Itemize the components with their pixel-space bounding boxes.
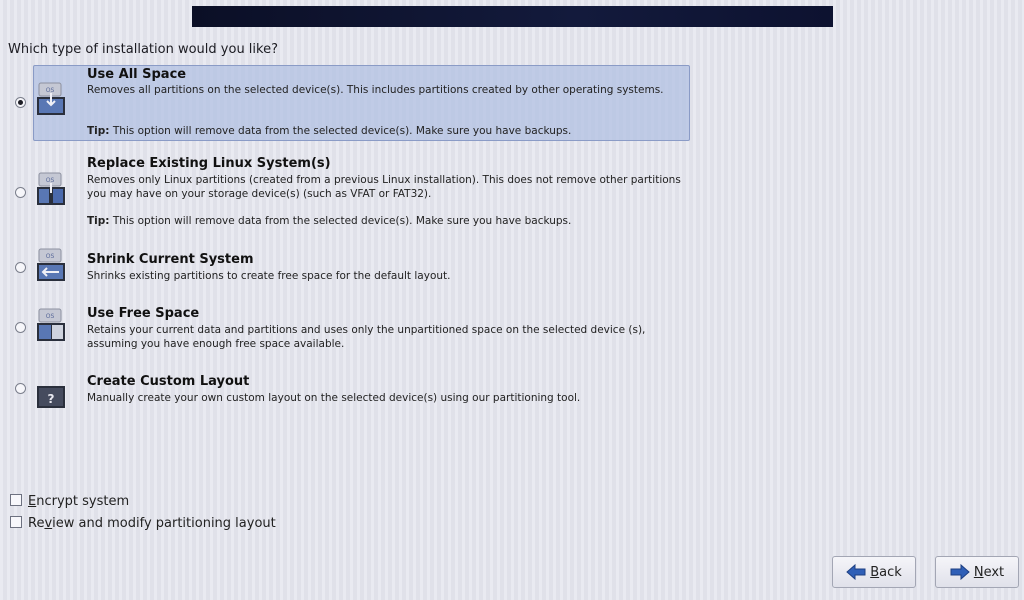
option-tip: Tip: This option will remove data from t…	[87, 215, 571, 227]
option-description: Removes all partitions on the selected d…	[87, 84, 664, 96]
radio-shrink-current-system[interactable]	[15, 262, 26, 273]
back-button[interactable]: Back	[832, 556, 916, 588]
option-description: Removes only Linux partitions (created f…	[87, 174, 681, 200]
icon-os-label: OS	[46, 313, 55, 320]
back-button-label: Back	[870, 564, 902, 580]
radio-use-all-space[interactable]	[15, 97, 26, 108]
next-button-label: Next	[973, 564, 1005, 580]
custom-layout-icon: ?	[37, 386, 65, 408]
tip-text: This option will remove data from the se…	[109, 125, 572, 137]
drive-shrink-icon: OS	[37, 248, 65, 281]
custom-icon-label: ?	[48, 392, 55, 406]
arrow-left-icon	[846, 564, 866, 580]
option-description: Manually create your own custom layout o…	[87, 392, 581, 404]
tip-text: This option will remove data from the se…	[109, 215, 572, 227]
encrypt-system-checkbox-box[interactable]	[10, 494, 22, 506]
radio-create-custom-layout[interactable]	[15, 383, 26, 394]
option-title: Create Custom Layout	[87, 374, 250, 389]
installation-type-question: Which type of installation would you lik…	[8, 42, 278, 57]
next-button[interactable]: Next	[935, 556, 1019, 588]
header-banner	[192, 6, 833, 27]
review-partitioning-checkbox[interactable]: Review and modify partitioning layout	[10, 516, 276, 531]
encrypt-system-checkbox[interactable]: Encrypt system	[10, 494, 129, 509]
icon-os-label: OS	[46, 253, 55, 260]
option-title: Use All Space	[87, 67, 187, 82]
review-mnemonic: v	[44, 516, 53, 531]
arrow-right-icon	[950, 564, 970, 580]
review-label: iew and modify partitioning layout	[52, 516, 276, 531]
radio-use-free-space[interactable]	[15, 322, 26, 333]
option-title: Use Free Space	[87, 306, 200, 321]
encrypt-mnemonic: E	[28, 494, 37, 509]
tip-label: Tip:	[87, 125, 110, 137]
option-title: Replace Existing Linux System(s)	[87, 156, 331, 171]
drive-full-icon: OS	[37, 82, 65, 115]
option-tip: Tip: This option will remove data from t…	[87, 125, 571, 137]
review-label-start: Re	[28, 516, 45, 531]
icon-os-label: OS	[46, 177, 55, 184]
option-description: Shrinks existing partitions to create fr…	[87, 270, 451, 282]
radio-replace-existing-linux[interactable]	[15, 187, 26, 198]
drive-free-space-icon: OS	[37, 308, 65, 341]
encrypt-label: ncrypt system	[36, 494, 130, 509]
icon-os-label: OS	[46, 87, 55, 94]
option-description: Retains your current data and partitions…	[87, 324, 646, 350]
drive-replace-icon: OS	[37, 172, 65, 205]
option-title: Shrink Current System	[87, 252, 254, 267]
tip-label: Tip:	[87, 215, 110, 227]
review-partitioning-checkbox-box[interactable]	[10, 516, 22, 528]
